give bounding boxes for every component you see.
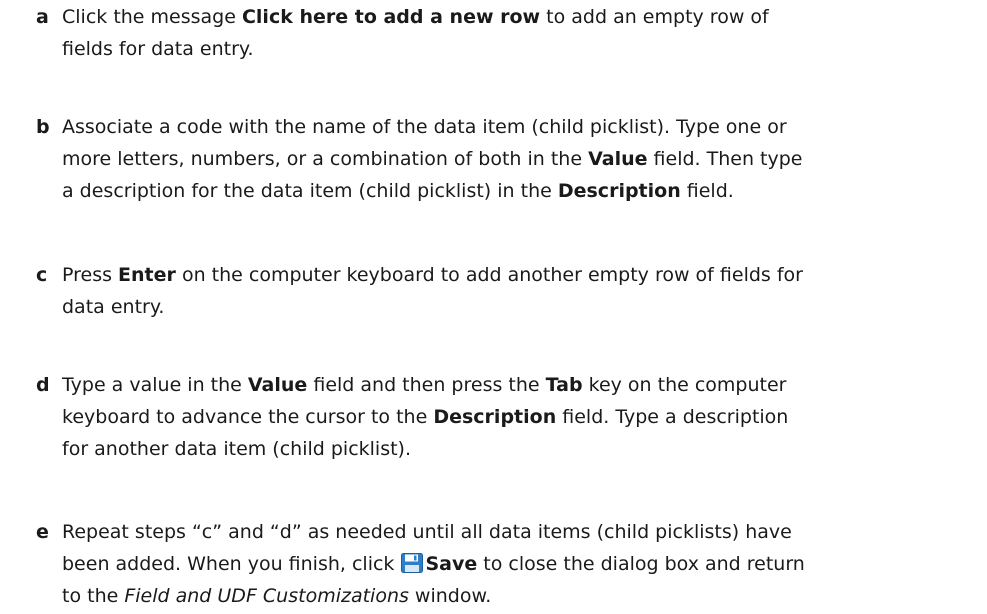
step-line: Click the message Click here to add a ne…: [62, 6, 769, 28]
enter-key-label: Enter: [118, 264, 176, 286]
step-letter: c: [36, 264, 48, 286]
step-letter: b: [36, 116, 50, 138]
save-label: Save: [425, 553, 478, 575]
step-letter: e: [36, 521, 49, 543]
click-here-message-label: Click here to add a new row: [241, 6, 541, 28]
tab-key-label: Tab: [545, 374, 583, 396]
save-floppy-icon: [401, 550, 424, 573]
step-line: Associate a code with the name of the da…: [62, 116, 787, 138]
step-line: been added. When you finish, click Save …: [62, 547, 805, 582]
step-line: Type a value in the Value field and then…: [62, 374, 787, 396]
window-name-label: Field and UDF Customizations: [124, 585, 409, 607]
description-field-label: Description: [557, 180, 681, 202]
step-letter: a: [36, 6, 49, 28]
step-line: data entry.: [62, 296, 165, 318]
step-letter: d: [36, 374, 50, 396]
step-line: Press Enter on the computer keyboard to …: [62, 264, 803, 286]
value-field-label: Value: [247, 374, 308, 396]
step-line: fields for data entry.: [62, 38, 254, 60]
step-line: keyboard to advance the cursor to the De…: [62, 406, 789, 428]
step-line: for another data item (child picklist).: [62, 438, 412, 460]
step-line: more letters, numbers, or a combination …: [62, 148, 803, 170]
value-field-label: Value: [588, 148, 648, 170]
description-field-label: Description: [433, 406, 557, 428]
step-line: to the Field and UDF Customizations wind…: [62, 585, 492, 607]
step-line: Repeat steps “c” and “d” as needed until…: [62, 521, 792, 543]
step-line: a description for the data item (child p…: [62, 180, 734, 202]
